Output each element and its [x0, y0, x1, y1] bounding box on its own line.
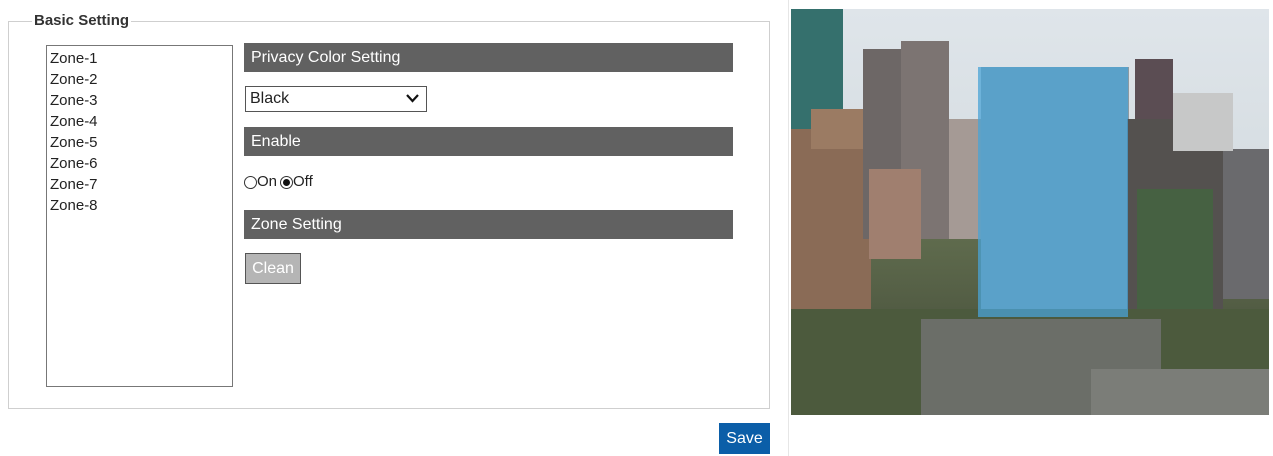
zone-list-item[interactable]: Zone-3: [49, 90, 232, 111]
clean-button[interactable]: Clean: [245, 253, 301, 284]
enable-on-radio[interactable]: [244, 175, 257, 189]
panel-divider: [788, 0, 789, 456]
zone-list-item[interactable]: Zone-1: [49, 48, 232, 69]
privacy-color-select[interactable]: Black: [245, 86, 427, 112]
enable-off-radio[interactable]: [280, 175, 294, 189]
zone-list-item[interactable]: Zone-8: [49, 195, 232, 216]
zone-list-item[interactable]: Zone-4: [49, 111, 232, 132]
basic-setting-legend: Basic Setting: [32, 12, 132, 30]
zone-list-item[interactable]: Zone-5: [49, 132, 232, 153]
camera-preview[interactable]: [791, 9, 1269, 415]
enable-on-label[interactable]: On: [257, 172, 277, 192]
zone-list-item[interactable]: Zone-6: [49, 153, 232, 174]
enable-header: Enable: [244, 127, 733, 156]
zone-list-item[interactable]: Zone-2: [49, 69, 232, 90]
save-button[interactable]: Save: [719, 423, 770, 454]
zone-list-item[interactable]: Zone-7: [49, 174, 232, 195]
enable-radio-group: On Off: [244, 172, 313, 192]
zone-setting-header: Zone Setting: [244, 210, 733, 239]
privacy-color-header: Privacy Color Setting: [244, 43, 733, 72]
radio-selected-dot: [283, 178, 291, 186]
privacy-color-value: Black: [250, 90, 290, 107]
enable-off-label[interactable]: Off: [293, 172, 313, 192]
camera-preview-image: [791, 9, 1269, 415]
zone-list[interactable]: Zone-1 Zone-2 Zone-3 Zone-4 Zone-5 Zone-…: [46, 45, 233, 387]
chevron-down-icon: [406, 94, 419, 103]
